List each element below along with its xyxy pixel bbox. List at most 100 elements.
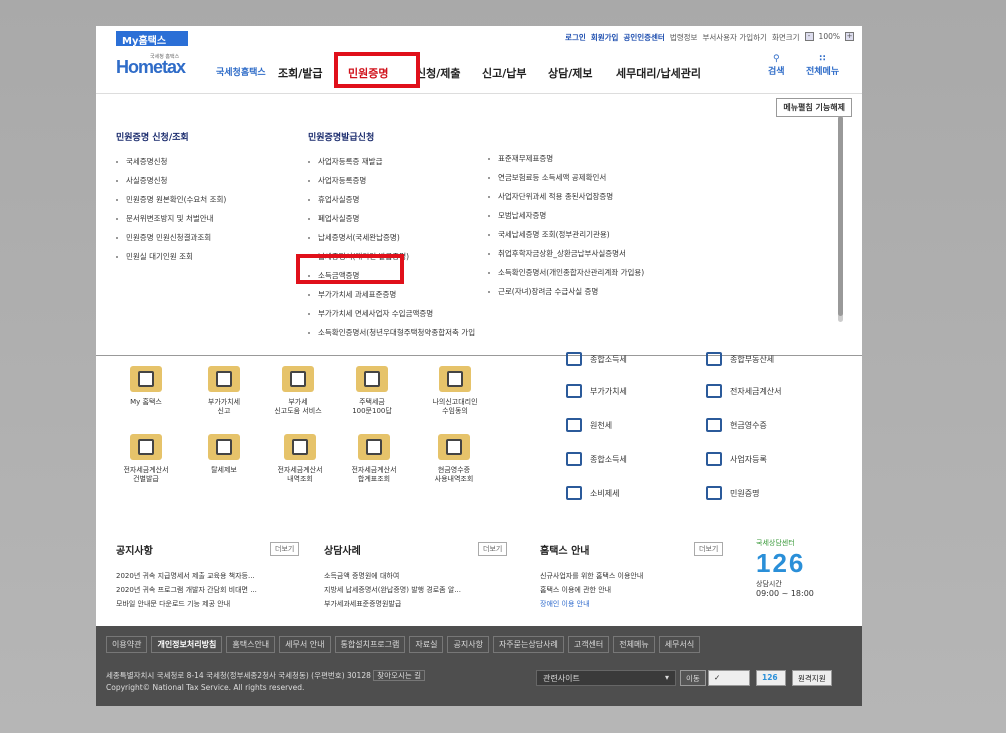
footer-link[interactable]: 고객센터 <box>567 636 610 653</box>
document-pen-icon <box>439 366 471 392</box>
my-hometax-tab[interactable]: My홈택스 <box>116 31 188 47</box>
menu-item[interactable]: 소득확인증명서(청년우대형주택청약종합저축 가입 및 과세특례 신청용) <box>308 328 478 338</box>
info-item[interactable]: 홈택스 이용에 관한 안내 <box>540 585 730 595</box>
footer-link[interactable]: 이용약관 <box>106 636 148 653</box>
dept-user-link[interactable]: 부서사용자 가입하기 <box>702 32 766 43</box>
tile-vat-report[interactable]: 부가가치세 신고 <box>194 366 254 416</box>
call-126-badge[interactable]: 126 <box>756 670 786 686</box>
footer-link[interactable]: 세무서식 <box>658 636 701 653</box>
info-more-button[interactable]: 더보기 <box>694 542 724 556</box>
footer-link[interactable]: 공지사항 <box>447 636 489 653</box>
link-vat[interactable]: 부가가치세 <box>566 384 627 398</box>
menu-item[interactable]: 국세증명신청 <box>116 157 226 167</box>
tile-tax-report[interactable]: 탈세제보 <box>194 434 254 475</box>
tile-cash-receipt[interactable]: 현금영수증 사용내역조회 <box>418 434 490 484</box>
case-item[interactable]: 부가세과세표준증명원발급 <box>324 599 514 609</box>
signup-link[interactable]: 회원가입 <box>591 32 619 43</box>
tile-housing-tax[interactable]: 주택세금 100문100답 <box>342 366 402 416</box>
cases-more-button[interactable]: 더보기 <box>478 542 508 556</box>
menu-item[interactable]: 소득확인증명서(개인종합자산관리계좌 가입용) <box>488 268 658 278</box>
menu-item[interactable]: 사업자단위과세 적용 종된사업장증명 <box>488 192 658 202</box>
menu-item[interactable]: 휴업사실증명 <box>308 195 478 205</box>
menu-lookup[interactable]: 조회/발급 <box>278 65 323 81</box>
link-withholding-tax[interactable]: 원천세 <box>566 418 612 432</box>
menu-item[interactable]: 사업자등록증 재발급 <box>308 157 478 167</box>
hometax-logo[interactable]: 국세청 홈택스 Hometax 국세청홈택스 <box>116 53 266 85</box>
link-consumption-tax[interactable]: 소비제세 <box>566 486 619 500</box>
menu-item[interactable]: 사업자등록증명 <box>308 176 478 186</box>
zoom-out-icon[interactable]: - <box>804 32 814 41</box>
footer-link[interactable]: 자료실 <box>409 636 444 653</box>
law-info-link[interactable]: 법령정보 <box>670 32 698 43</box>
login-link[interactable]: 로그인 <box>565 32 586 43</box>
house-tax-icon <box>706 352 722 366</box>
info-item[interactable]: 장애인 이용 안내 <box>540 599 730 609</box>
call-center-126[interactable]: 국세상담센터 126 상담시간 09:00 ~ 18:00 <box>756 538 846 608</box>
cert-center-link[interactable]: 공인인증센터 <box>623 32 664 43</box>
footer-link[interactable]: 홈택스안내 <box>226 636 276 653</box>
tile-agent-consent[interactable]: 나의신고대리인 수임동의 <box>420 366 490 416</box>
link-e-invoice[interactable]: 전자세금계산서 <box>706 384 782 398</box>
footer-link[interactable]: 통합설치프로그램 <box>334 636 406 653</box>
tile-e-invoice-summary[interactable]: 전자세금계산서 합계표조회 <box>338 434 410 484</box>
link-cash-receipt[interactable]: 현금영수증 <box>706 418 767 432</box>
menu-item[interactable]: 민원실 대기인원 조회 <box>116 252 226 262</box>
case-item[interactable]: 지방세 납세증명서(완납증명) 발행 경로좀 알... <box>324 585 514 595</box>
link-global-income-tax[interactable]: 종합소득세 <box>566 352 627 366</box>
link-civil-cert[interactable]: 민원증명 <box>706 486 759 500</box>
dropdown-scrollbar[interactable] <box>838 116 843 322</box>
scrollbar-thumb[interactable] <box>838 116 843 316</box>
menu-item[interactable]: 표준재무제표증명 <box>488 154 658 164</box>
info-item[interactable]: 신규사업자를 위한 홈택스 이용안내 <box>540 571 730 581</box>
menu-item[interactable]: 사실증명신청 <box>116 176 226 186</box>
menu-item[interactable]: 국세납세증명 조회(정부관리기관용) <box>488 230 658 240</box>
link-property-tax[interactable]: 종합부동산세 <box>706 352 774 366</box>
menu-tax-agent[interactable]: 세무대리/납세관리 <box>616 65 701 81</box>
withholding-icon <box>566 418 582 432</box>
notice-item[interactable]: 모바일 안내문 다운로드 기능 제공 안내 <box>116 599 306 609</box>
footer-link-privacy[interactable]: 개인정보처리방침 <box>151 636 223 653</box>
tax-bag-icon <box>208 434 240 460</box>
person-icon <box>130 366 162 392</box>
menu-item[interactable]: 부가가치세 면세사업자 수입금액증명 <box>308 309 478 319</box>
menu-item[interactable]: 납세증명서(국세완납증명) <box>308 233 478 243</box>
menu-item[interactable]: 문서위변조방지 및 처벌안내 <box>116 214 226 224</box>
web-accessibility-badge[interactable]: ✓ <box>708 670 750 686</box>
menu-item[interactable]: 부가가치세 과세표준증명 <box>308 290 478 300</box>
menu-item[interactable]: 폐업사실증명 <box>308 214 478 224</box>
go-button[interactable]: 이동 <box>680 670 706 686</box>
tile-my-hometax[interactable]: My 홈택스 <box>116 366 176 407</box>
find-way-button[interactable]: 찾아오시는 길 <box>373 670 426 681</box>
footer-link[interactable]: 전체메뉴 <box>613 636 655 653</box>
menu-fold-off-button[interactable]: 메뉴펼침 기능해제 <box>776 98 852 117</box>
search-button[interactable]: ⚲ 검색 <box>768 54 785 77</box>
zoom-in-icon[interactable]: + <box>845 32 854 41</box>
tile-e-invoice-issue[interactable]: 전자세금계산서 건별발급 <box>110 434 182 484</box>
hometax-window: My홈택스 로그인 회원가입 공인인증센터 법령정보 부서사용자 가입하기 화면… <box>96 26 862 706</box>
all-menu-button[interactable]: ∷ 전체메뉴 <box>806 54 839 77</box>
menu-item[interactable]: 모범납세자증명 <box>488 211 658 221</box>
center-hours-label: 상담시간 <box>756 580 782 588</box>
menu-consult[interactable]: 상담/제보 <box>548 65 593 81</box>
menu-item[interactable]: 민원증명 원본확인(수요처 조회) <box>116 195 226 205</box>
remote-support-button[interactable]: 원격지원 <box>792 670 832 686</box>
notice-item[interactable]: 2020년 귀속 프로그램 개발자 간담회 비대면 ... <box>116 585 306 595</box>
case-item[interactable]: 소득금액 증명원에 대하여 <box>324 571 514 581</box>
menu-item[interactable]: 연금보험료등 소득세액 공제확인서 <box>488 173 658 183</box>
tile-e-invoice-list[interactable]: 전자세금계산서 내역조회 <box>264 434 336 484</box>
footer-link[interactable]: 세무서 안내 <box>279 636 331 653</box>
col1-title: 민원증명 신청/조회 <box>116 133 189 143</box>
menu-item[interactable]: 취업후학자금상환_상환금납부사실증명서 <box>488 249 658 259</box>
tile-vat-help[interactable]: 부가세 신고도움 서비스 <box>268 366 328 416</box>
notice-more-button[interactable]: 더보기 <box>270 542 300 556</box>
link-business-register[interactable]: 사업자등록 <box>706 452 767 466</box>
menu-item[interactable]: 근로(자녀)장려금 수급사실 증명 <box>488 287 658 297</box>
menu-item[interactable]: 민원증명 민원신청결과조회 <box>116 233 226 243</box>
footer-link[interactable]: 자주묻는상담사례 <box>492 636 564 653</box>
link-comprehensive-income[interactable]: 종합소득세 <box>566 452 627 466</box>
related-sites-select[interactable]: 관련사이트 ▾ <box>536 670 676 686</box>
menu-report-pay[interactable]: 신고/납부 <box>482 65 527 81</box>
notice-item[interactable]: 2020년 귀속 지급명세서 제출 교육용 책자등... <box>116 571 306 581</box>
footer-address: 세종특별자치시 국세청로 8-14 국세청(정부세종2청사 국세청동) (우편번… <box>106 670 426 694</box>
menu-apply[interactable]: 신청/제출 <box>416 65 461 81</box>
